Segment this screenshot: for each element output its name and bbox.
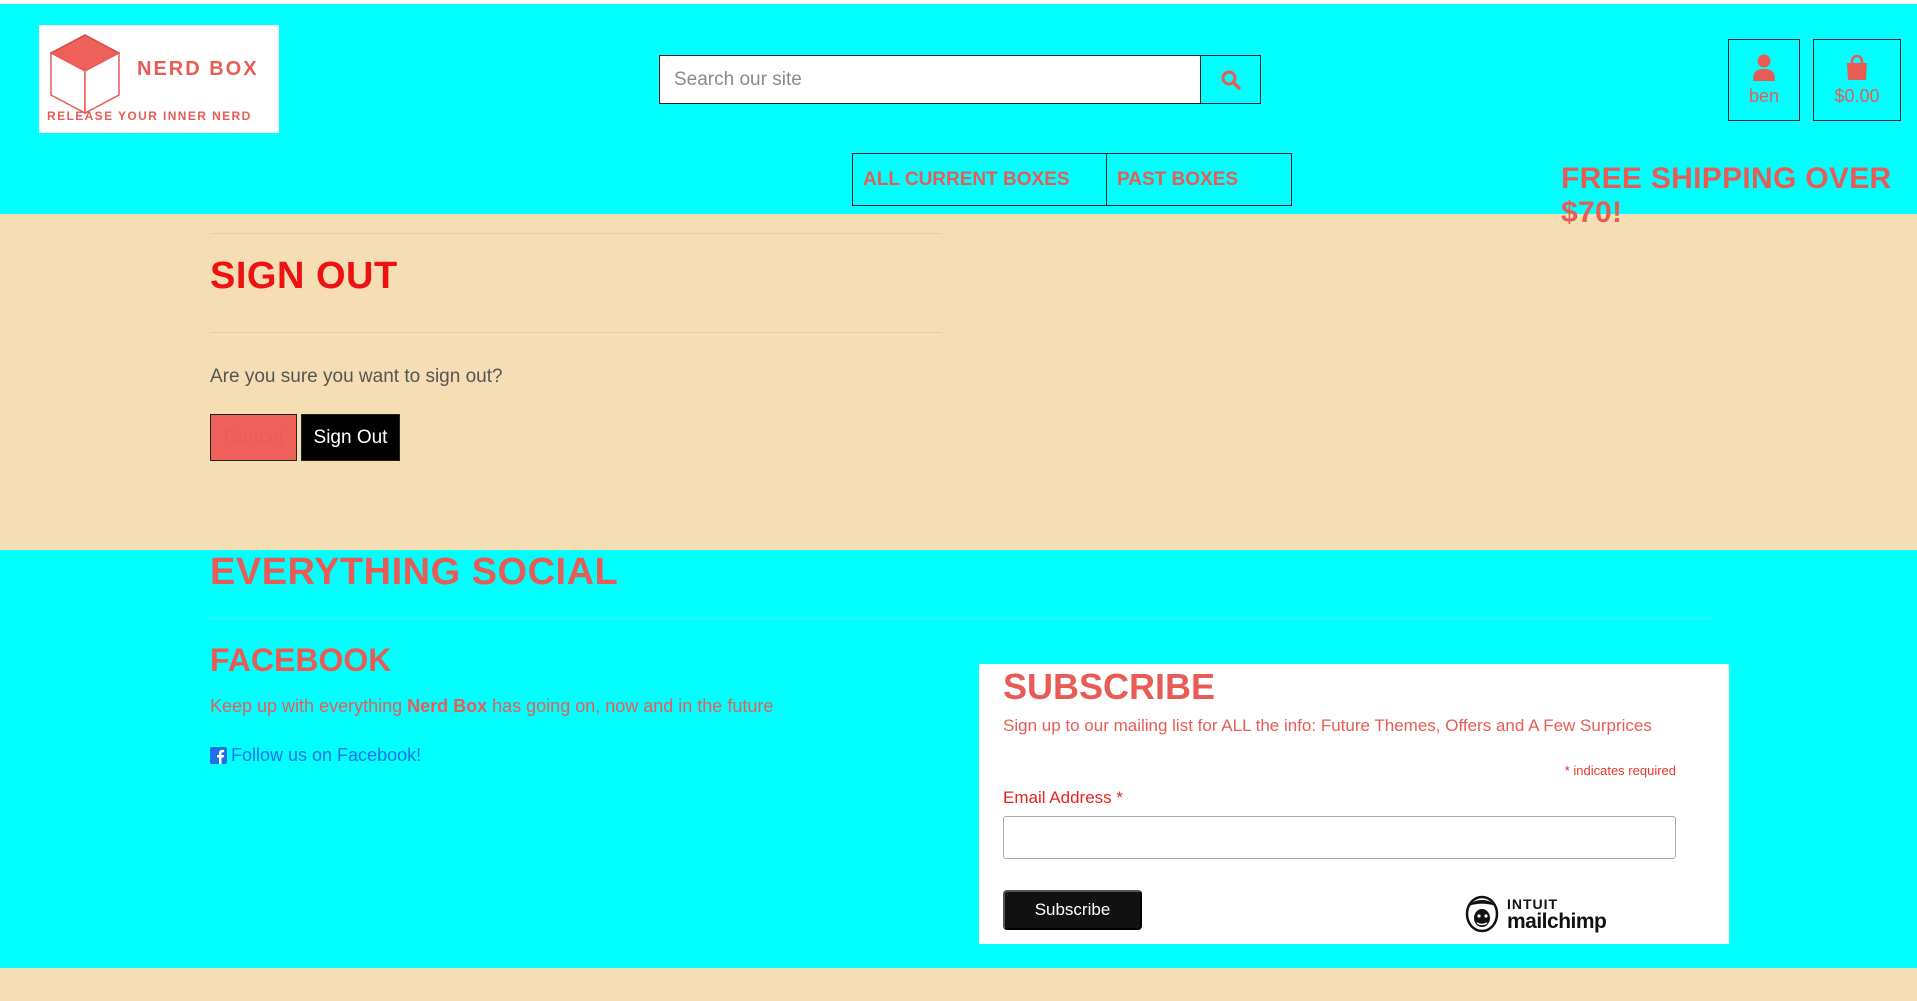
facebook-heading: FACEBOOK	[210, 642, 392, 678]
required-note: * indicates required	[1565, 763, 1676, 778]
mailchimp-intuit: INTUIT	[1507, 895, 1559, 912]
search-icon	[1221, 70, 1241, 90]
facebook-text-after: has going on, now and in the future	[487, 696, 774, 716]
email-label: Email Address *	[1003, 788, 1123, 808]
facebook-icon	[210, 747, 227, 764]
subscribe-title: SUBSCRIBE	[1003, 666, 1216, 707]
confirm-text: Are you sure you want to sign out?	[210, 366, 503, 387]
subscribe-form: SUBSCRIBE Sign up to our mailing list fo…	[979, 664, 1729, 944]
divider	[210, 332, 942, 333]
sign-out-button[interactable]: Sign Out	[301, 414, 400, 461]
account-button[interactable]: ben	[1728, 39, 1800, 121]
footer-title: EVERYTHING SOCIAL	[210, 551, 619, 593]
subscribe-button[interactable]: Subscribe	[1003, 890, 1142, 930]
nav-label: PAST BOXES	[1117, 168, 1239, 190]
mailchimp-text: INTUIT mailchimp	[1507, 895, 1607, 933]
user-icon	[1753, 54, 1775, 81]
email-label-text: Email Address	[1003, 788, 1112, 807]
search-input[interactable]	[659, 55, 1201, 104]
cube-logo-icon	[49, 34, 121, 115]
email-field[interactable]	[1003, 816, 1676, 859]
facebook-link[interactable]: Follow us on Facebook!	[210, 745, 421, 766]
facebook-text-before: Keep up with everything	[210, 696, 408, 716]
free-shipping-banner: FREE SHIPPING OVER $70!	[1561, 162, 1892, 229]
facebook-brand: Nerd Box	[407, 696, 488, 716]
cancel-button[interactable]: Cancel	[210, 414, 297, 461]
account-username: ben	[1748, 85, 1780, 106]
logo-tagline: RELEASE YOUR INNER NERD	[47, 109, 252, 123]
bag-total: $0.00	[1834, 85, 1880, 106]
email-required-asterisk: *	[1116, 788, 1124, 807]
divider	[210, 618, 1710, 619]
site-header: NERD BOX RELEASE YOUR INNER NERD ben $0.…	[0, 4, 1917, 229]
shopping-bag-button[interactable]: $0.00	[1813, 39, 1901, 121]
mailchimp-icon	[1465, 895, 1499, 933]
mailchimp-wordmark: mailchimp	[1507, 909, 1607, 933]
logo-brand: NERD BOX	[137, 58, 259, 80]
page-title: SIGN OUT	[210, 255, 398, 297]
nav-all-current-boxes[interactable]: ALL CURRENT BOXES	[852, 153, 1107, 206]
facebook-link-label: Follow us on Facebook!	[231, 745, 422, 765]
nav-label: ALL CURRENT BOXES	[863, 168, 1070, 190]
shopping-bag-icon	[1847, 54, 1867, 80]
nav-past-boxes[interactable]: PAST BOXES	[1106, 153, 1292, 206]
subscribe-description: Sign up to our mailing list for ALL the …	[1003, 716, 1652, 735]
site-logo[interactable]: NERD BOX RELEASE YOUR INNER NERD	[39, 25, 279, 133]
divider	[210, 233, 942, 234]
facebook-text: Keep up with everything Nerd Box has goi…	[210, 696, 773, 717]
required-text: indicates required	[1569, 763, 1676, 778]
search-button[interactable]	[1200, 55, 1261, 104]
mailchimp-badge[interactable]: INTUIT mailchimp	[1463, 894, 1607, 934]
